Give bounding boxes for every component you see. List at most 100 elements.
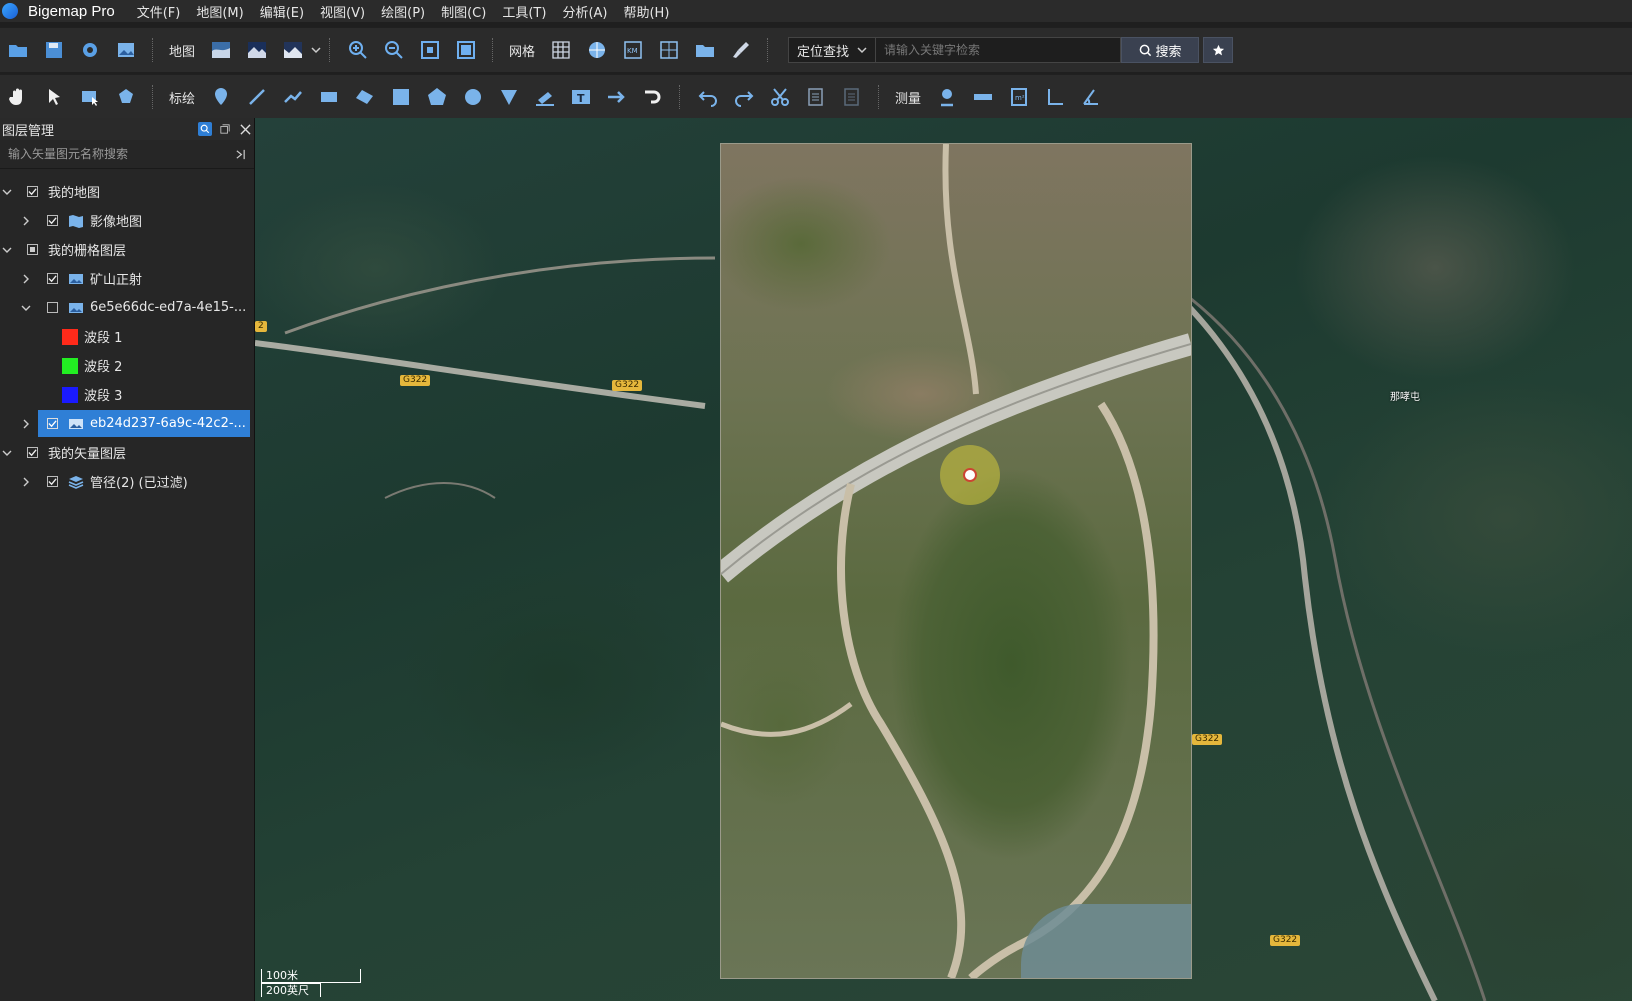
parallelogram-icon[interactable] — [351, 83, 379, 111]
favorite-button[interactable] — [1203, 37, 1234, 63]
search-icon[interactable] — [198, 122, 212, 136]
save-icon[interactable] — [40, 36, 68, 64]
menu-analysis[interactable]: 分析(A) — [562, 2, 607, 21]
checkbox-checked[interactable] — [47, 273, 58, 284]
measure-point-icon[interactable] — [933, 83, 961, 111]
tree-item-my-vector-layers[interactable]: 我的矢量图层 — [0, 438, 254, 467]
square-icon[interactable] — [387, 83, 415, 111]
scissors-icon[interactable] — [766, 83, 794, 111]
rect-select-icon[interactable] — [76, 83, 104, 111]
checkbox-checked[interactable] — [47, 215, 58, 226]
orthophoto-overlay[interactable] — [720, 143, 1192, 979]
undo-icon[interactable] — [694, 83, 722, 111]
grid-alt-icon[interactable] — [655, 36, 683, 64]
tree-item-band-2[interactable]: 波段 2 — [0, 351, 254, 380]
tree-item-raster-eb24d237[interactable]: eb24d237-6a9c-42c2-... — [0, 409, 254, 438]
checkbox-checked[interactable] — [27, 186, 38, 197]
chevron-right-icon[interactable] — [19, 214, 33, 228]
toolbar-separator — [878, 85, 881, 109]
select-arrow-icon[interactable] — [40, 83, 68, 111]
measure-area-icon[interactable]: m² — [1005, 83, 1033, 111]
polyline-icon[interactable] — [279, 83, 307, 111]
pan-hand-icon[interactable] — [4, 83, 32, 111]
settings-gear-icon[interactable] — [76, 36, 104, 64]
arrow-right-icon[interactable] — [603, 83, 631, 111]
chevron-down-icon[interactable] — [19, 301, 33, 315]
map-canvas[interactable]: 2 G322 G322 G322 G322 那哮屯 100米 200英尺 — [255, 118, 1632, 1001]
checkbox-unchecked[interactable] — [47, 302, 58, 313]
terrain-map-icon[interactable] — [243, 36, 271, 64]
chevron-right-icon[interactable] — [19, 417, 33, 431]
menu-tools[interactable]: 工具(T) — [502, 2, 546, 21]
tree-item-band-1[interactable]: 波段 1 — [0, 322, 254, 351]
chevron-down-icon[interactable] — [0, 243, 14, 257]
menu-draw[interactable]: 绘图(P) — [381, 2, 425, 21]
float-window-icon[interactable] — [218, 122, 232, 136]
hybrid-map-icon[interactable] — [279, 36, 307, 64]
circle-icon[interactable] — [459, 83, 487, 111]
pond-area — [1021, 904, 1191, 978]
full-extent-icon[interactable] — [452, 36, 480, 64]
tree-item-imagery-map[interactable]: 影像地图 — [0, 206, 254, 235]
curved-arrow-icon[interactable] — [639, 83, 667, 111]
rectangle-icon[interactable] — [315, 83, 343, 111]
copy-icon[interactable] — [802, 83, 830, 111]
menu-cartography[interactable]: 制图(C) — [441, 2, 486, 21]
redo-icon[interactable] — [730, 83, 758, 111]
pentagon-icon[interactable] — [423, 83, 451, 111]
tree-item-mine-ortho[interactable]: 矿山正射 — [0, 264, 254, 293]
tree-item-band-3[interactable]: 波段 3 — [0, 380, 254, 409]
search-button[interactable]: 搜索 — [1121, 37, 1200, 63]
tree-item-pipe-diameter[interactable]: 管径(2) (已过滤) — [0, 467, 254, 496]
menu-view[interactable]: 视图(V) — [320, 2, 365, 21]
measure-label: 测量 — [895, 91, 922, 107]
tree-item-raster-6e5e66dc[interactable]: 6e5e66dc-ed7a-4e15-... — [0, 293, 254, 322]
chevron-right-icon[interactable] — [19, 272, 33, 286]
checkbox-checked[interactable] — [27, 447, 38, 458]
line-icon[interactable] — [243, 83, 271, 111]
tree-item-my-map[interactable]: 我的地图 — [0, 177, 254, 206]
checkbox-checked[interactable] — [47, 418, 58, 429]
search-input[interactable] — [876, 37, 1122, 63]
chevron-down-icon[interactable] — [311, 36, 321, 64]
menu-help[interactable]: 帮助(H) — [623, 2, 669, 21]
paste-icon[interactable] — [838, 83, 866, 111]
star-icon — [1212, 44, 1224, 55]
open-folder-icon[interactable] — [4, 36, 32, 64]
measure-distance-icon[interactable] — [969, 83, 997, 111]
chevron-down-icon[interactable] — [0, 446, 14, 460]
location-marker-icon[interactable] — [940, 445, 1000, 505]
marker-pin-icon[interactable] — [207, 83, 235, 111]
zoom-in-icon[interactable] — [344, 36, 372, 64]
polygon-select-icon[interactable] — [112, 83, 140, 111]
chevron-right-icon[interactable] — [19, 475, 33, 489]
text-box-icon[interactable]: T — [567, 83, 595, 111]
grid-icon[interactable] — [547, 36, 575, 64]
layer-panel-title: 图层管理 — [2, 123, 55, 139]
measure-azimuth-icon[interactable] — [1077, 83, 1105, 111]
zoom-out-icon[interactable] — [380, 36, 408, 64]
satellite-map-icon[interactable] — [207, 36, 235, 64]
checkbox-partial[interactable] — [27, 244, 38, 255]
collapse-right-icon[interactable] — [235, 149, 246, 160]
zoom-extent-icon[interactable] — [416, 36, 444, 64]
brush-icon[interactable] — [727, 36, 755, 64]
tree-item-my-raster-layers[interactable]: 我的栅格图层 — [0, 235, 254, 264]
layer-search-input[interactable] — [8, 147, 218, 161]
close-icon[interactable] — [238, 122, 252, 136]
layer-panel-header: 图层管理 — [0, 118, 254, 140]
folder-icon[interactable] — [691, 36, 719, 64]
km-grid-icon[interactable]: KM — [619, 36, 647, 64]
chevron-down-icon[interactable] — [0, 185, 14, 199]
sector-icon[interactable] — [495, 83, 523, 111]
search-type-select[interactable]: 定位查找 — [788, 37, 877, 63]
menu-file[interactable]: 文件(F) — [137, 2, 181, 21]
image-icon[interactable] — [112, 36, 140, 64]
globe-grid-icon[interactable] — [583, 36, 611, 64]
menu-edit[interactable]: 编辑(E) — [260, 2, 304, 21]
raster-image-icon — [68, 272, 84, 286]
text-underline-icon[interactable] — [531, 83, 559, 111]
measure-angle-icon[interactable] — [1041, 83, 1069, 111]
checkbox-checked[interactable] — [47, 476, 58, 487]
menu-map[interactable]: 地图(M) — [196, 2, 243, 21]
